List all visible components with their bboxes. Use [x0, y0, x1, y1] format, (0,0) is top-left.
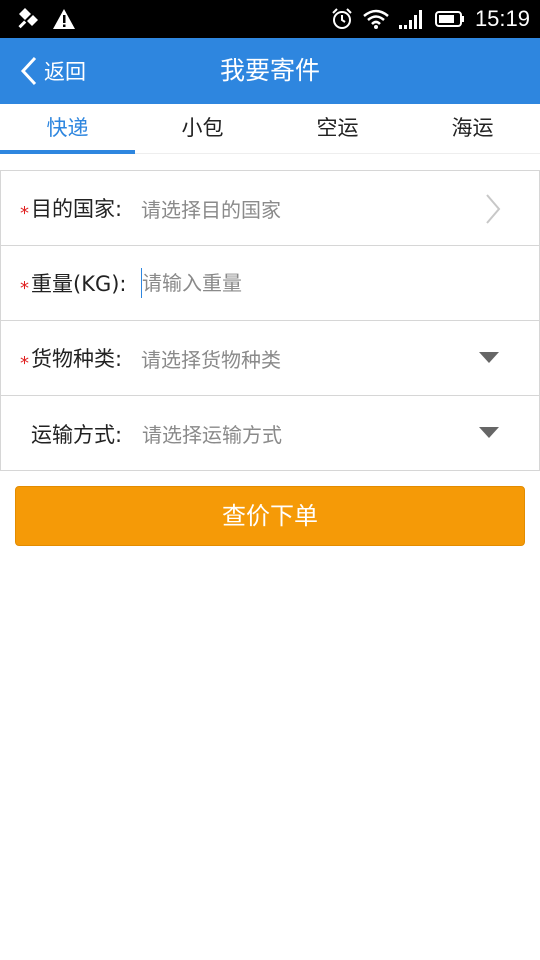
nav-bar: 返回 我要寄件: [0, 38, 540, 104]
weight-input[interactable]: [142, 271, 472, 295]
shipping-form: * 目的国家: 请选择目的国家 * 重量(KG): * 货物种类: 请选择货物种…: [0, 170, 540, 471]
shipping-method-select[interactable]: 请选择运输方式: [142, 419, 282, 448]
tab-small-parcel[interactable]: 小包: [135, 104, 270, 154]
chevron-left-icon: [20, 56, 37, 86]
required-mark: *: [20, 203, 29, 224]
status-right-icons: 15:19: [331, 6, 530, 32]
chevron-right-icon: [486, 194, 501, 224]
back-button[interactable]: 返回: [20, 38, 86, 104]
notification-icon: [18, 8, 38, 29]
shipping-type-tabs: 快递 小包 空运 海运: [0, 104, 540, 154]
goods-type-select[interactable]: 请选择货物种类: [141, 344, 281, 373]
quote-order-button[interactable]: 查价下单: [15, 486, 525, 546]
warning-icon: [53, 9, 75, 29]
goods-type-row[interactable]: * 货物种类: 请选择货物种类: [1, 321, 539, 396]
tab-sea-freight[interactable]: 海运: [405, 104, 540, 154]
status-bar: 15:19: [0, 0, 540, 38]
weight-row: * 重量(KG):: [1, 246, 539, 321]
destination-country-label: 目的国家:: [31, 197, 123, 221]
shipping-method-label: 运输方式:: [31, 422, 123, 447]
destination-country-select[interactable]: 请选择目的国家: [141, 194, 281, 223]
shipping-method-row[interactable]: 运输方式: 请选择运输方式: [1, 396, 539, 471]
dropdown-arrow-icon: [479, 352, 499, 363]
wifi-icon: [363, 9, 389, 29]
back-button-label: 返回: [44, 60, 86, 84]
tab-express[interactable]: 快递: [0, 104, 135, 154]
goods-type-label: 货物种类:: [31, 347, 123, 371]
alarm-icon: [332, 8, 352, 29]
signal-icon: [398, 10, 422, 29]
status-time: 15:19: [474, 6, 530, 31]
dropdown-arrow-icon: [479, 427, 499, 438]
required-mark: *: [20, 353, 29, 374]
tab-air-freight[interactable]: 空运: [270, 104, 405, 154]
status-left-icons: [16, 6, 76, 32]
battery-icon: [434, 11, 464, 27]
weight-label: 重量(KG):: [31, 272, 127, 296]
required-mark: *: [20, 278, 29, 299]
destination-country-row[interactable]: * 目的国家: 请选择目的国家: [1, 171, 539, 246]
